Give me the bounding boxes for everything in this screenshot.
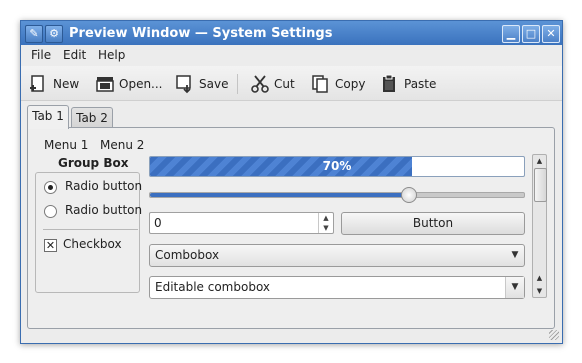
toolbar: New Open... Save Cut Copy Paste [21, 66, 562, 101]
spinbox-value[interactable]: 0 [154, 216, 162, 230]
scroll-up-icon[interactable]: ▲ [533, 155, 546, 167]
menu-bar: File Edit Help [21, 45, 562, 65]
resize-grip[interactable] [549, 330, 559, 340]
scroll-up-icon[interactable]: ▲ [533, 272, 546, 284]
scissors-icon [251, 75, 269, 93]
spin-down-icon[interactable]: ▼ [319, 223, 333, 233]
progress-text: 70% [322, 159, 352, 173]
maximize-button[interactable]: □ [522, 25, 540, 43]
checkbox-label[interactable]: Checkbox [63, 237, 122, 251]
tab-panel: Menu 1 Menu 2 Group Box Radio button Rad… [27, 127, 555, 329]
slider[interactable] [149, 187, 525, 203]
group-divider [43, 229, 138, 230]
cut-label: Cut [274, 77, 295, 91]
tools-icon[interactable]: ✎ [25, 25, 43, 43]
spinbox[interactable]: 0 ▲ ▼ [149, 212, 334, 234]
scrollbar-thumb[interactable] [534, 168, 547, 202]
scroll-down-icon[interactable]: ▼ [533, 285, 546, 297]
tab-2[interactable]: Tab 2 [71, 107, 113, 129]
radio-button-1[interactable] [44, 181, 57, 194]
checkbox[interactable]: ✕ [44, 239, 57, 252]
spinbox-arrows[interactable]: ▲ ▼ [318, 213, 333, 233]
new-document-icon [30, 75, 44, 92]
inner-menu-2[interactable]: Menu 2 [100, 138, 144, 152]
slider-fill [150, 193, 412, 197]
toolbar-separator [237, 74, 238, 94]
push-button[interactable]: Button [341, 212, 525, 235]
editable-combobox[interactable]: Editable combobox ▼ [149, 276, 525, 299]
combobox[interactable]: Combobox ▼ [149, 244, 525, 267]
close-button[interactable]: ✕ [542, 25, 560, 43]
new-label: New [53, 77, 80, 91]
paste-label: Paste [404, 77, 437, 91]
settings-icon[interactable]: ⚙ [45, 25, 63, 43]
combobox-value: Combobox [155, 248, 220, 262]
spin-up-icon[interactable]: ▲ [319, 213, 333, 223]
preview-window: ✎ ⚙ Preview Window — System Settings ▁ □… [20, 20, 563, 344]
radio-1-label[interactable]: Radio button [65, 179, 142, 193]
group-box: Radio button Radio button ✕ Checkbox [35, 172, 142, 293]
radio-selected-dot [48, 185, 53, 190]
editable-combobox-value[interactable]: Editable combobox [155, 280, 270, 294]
minimize-button[interactable]: ▁ [502, 25, 520, 43]
copy-icon [312, 75, 328, 93]
progress-bar: 70% [149, 156, 525, 177]
radio-2-label[interactable]: Radio button [65, 203, 142, 217]
open-folder-icon [96, 77, 114, 92]
inner-menu-1[interactable]: Menu 1 [44, 138, 88, 152]
paste-icon [383, 74, 395, 92]
menu-edit[interactable]: Edit [63, 48, 86, 62]
radio-button-2[interactable] [44, 205, 57, 218]
menu-file[interactable]: File [31, 48, 51, 62]
save-label: Save [199, 77, 229, 91]
slider-handle[interactable] [401, 187, 417, 203]
group-box-title: Group Box [58, 156, 129, 170]
save-icon [176, 75, 191, 94]
open-label: Open... [119, 77, 163, 91]
title-bar[interactable]: ✎ ⚙ Preview Window — System Settings ▁ □… [21, 21, 562, 45]
window-title: Preview Window — System Settings [69, 26, 333, 41]
copy-label: Copy [335, 77, 366, 91]
tab-1[interactable]: Tab 1 [27, 105, 69, 129]
menu-help[interactable]: Help [98, 48, 125, 62]
chevron-down-icon[interactable]: ▼ [505, 277, 524, 298]
chevron-down-icon[interactable]: ▼ [506, 245, 524, 266]
vertical-scrollbar[interactable]: ▲ ▲ ▼ [532, 154, 547, 298]
